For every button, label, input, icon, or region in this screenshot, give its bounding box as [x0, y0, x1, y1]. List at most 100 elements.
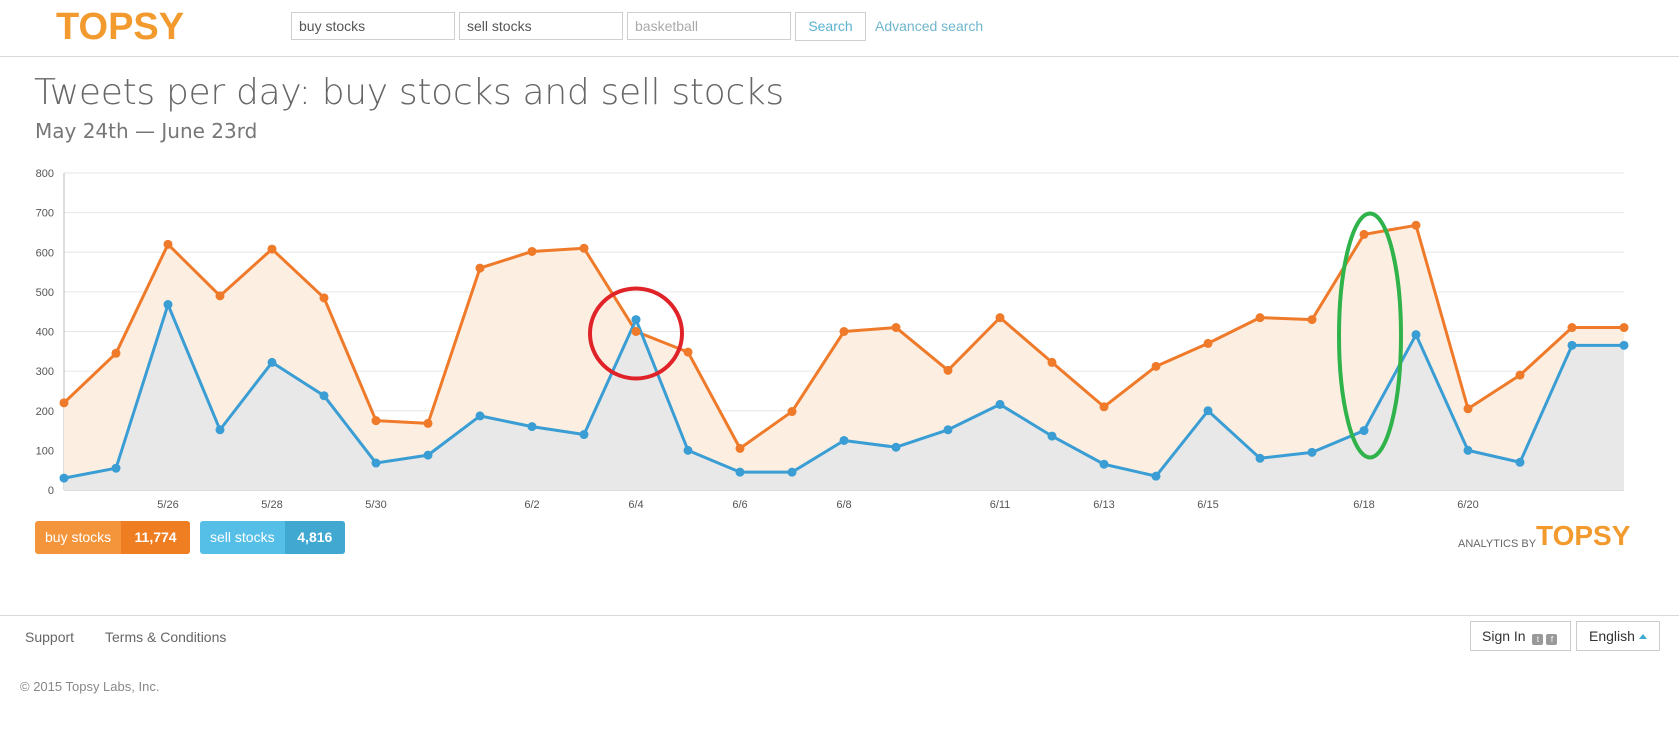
y-tick-label: 600 — [36, 247, 54, 259]
point-sell-stocks — [111, 463, 121, 473]
point-sell-stocks — [1567, 340, 1577, 350]
analytics-by-label: ANALYTICS BY — [1458, 538, 1537, 550]
point-buy-stocks — [319, 293, 329, 303]
point-sell-stocks — [163, 300, 173, 310]
point-buy-stocks — [1411, 220, 1421, 230]
point-buy-stocks — [787, 407, 797, 417]
point-sell-stocks — [1411, 330, 1421, 340]
point-buy-stocks — [111, 348, 121, 358]
x-tick-label: 6/18 — [1353, 499, 1374, 510]
x-tick-label: 6/4 — [628, 499, 643, 510]
point-sell-stocks — [1619, 340, 1629, 350]
legend-buy-stocks[interactable]: buy stocks 11,774 — [35, 521, 190, 554]
point-sell-stocks — [1307, 447, 1317, 457]
point-sell-stocks — [891, 442, 901, 452]
point-buy-stocks — [943, 365, 953, 375]
point-sell-stocks — [215, 425, 225, 435]
point-sell-stocks — [631, 315, 641, 325]
x-tick-label: 5/26 — [157, 499, 178, 510]
copyright: © 2015 Topsy Labs, Inc. — [20, 679, 160, 694]
point-buy-stocks — [1047, 357, 1057, 367]
tweets-chart: 0 100 200 300 400 500 600 700 800 5/26 5/28 5/30 6/2… — [36, 168, 1629, 510]
facebook-icon: f — [1546, 634, 1558, 645]
point-sell-stocks — [423, 450, 433, 460]
point-buy-stocks — [1151, 361, 1161, 371]
point-buy-stocks — [891, 323, 901, 333]
topsy-logo-small: TOPSY — [1536, 520, 1631, 551]
query-input-2[interactable] — [459, 12, 623, 40]
point-sell-stocks — [1151, 471, 1161, 481]
caret-up-icon — [1638, 634, 1647, 639]
y-tick-label: 500 — [36, 287, 54, 299]
language-select[interactable]: English — [1576, 621, 1660, 651]
x-tick-label: 6/20 — [1457, 499, 1478, 510]
x-tick-label: 6/11 — [990, 499, 1011, 510]
sign-in-label: Sign In — [1482, 628, 1526, 644]
support-link[interactable]: Support — [25, 629, 74, 645]
x-tick-label: 6/2 — [524, 499, 539, 510]
point-buy-stocks — [631, 327, 641, 336]
x-tick-label: 6/15 — [1197, 499, 1218, 510]
terms-link[interactable]: Terms & Conditions — [105, 629, 226, 645]
top-bar: TOPSY Search Advanced search — [0, 0, 1679, 57]
topsy-logo[interactable]: TOPSY — [56, 6, 184, 49]
point-buy-stocks — [1567, 323, 1577, 333]
point-sell-stocks — [1515, 457, 1525, 467]
point-buy-stocks — [1255, 313, 1265, 323]
point-sell-stocks — [787, 467, 797, 477]
y-tick-label: 700 — [36, 208, 54, 220]
point-sell-stocks — [1359, 426, 1369, 436]
point-sell-stocks — [683, 445, 693, 455]
query-input-1[interactable] — [291, 12, 455, 40]
point-buy-stocks — [163, 239, 173, 249]
point-sell-stocks — [371, 458, 381, 468]
x-tick-label: 6/8 — [836, 499, 851, 510]
point-sell-stocks — [995, 399, 1005, 409]
twitter-icon: t — [1532, 634, 1544, 645]
point-sell-stocks — [579, 430, 589, 440]
y-tick-label: 0 — [48, 485, 54, 497]
legend-sell-label: sell stocks — [210, 529, 275, 545]
point-buy-stocks — [1463, 404, 1473, 414]
advanced-search-link[interactable]: Advanced search — [875, 18, 983, 34]
point-buy-stocks — [475, 263, 485, 273]
point-buy-stocks — [1203, 338, 1213, 348]
x-tick-label: 5/30 — [365, 499, 386, 510]
query-input-3[interactable] — [627, 12, 791, 40]
point-buy-stocks — [59, 398, 69, 408]
footer-divider — [0, 615, 1679, 616]
y-tick-label: 100 — [36, 445, 54, 457]
point-buy-stocks — [1515, 370, 1525, 380]
point-buy-stocks — [1619, 323, 1629, 333]
sign-in-button[interactable]: Sign In tf — [1470, 621, 1571, 651]
point-buy-stocks — [371, 416, 381, 426]
point-buy-stocks — [423, 418, 433, 428]
point-buy-stocks — [735, 443, 745, 453]
y-tick-label: 800 — [36, 168, 54, 180]
point-buy-stocks — [683, 347, 693, 357]
language-label: English — [1589, 628, 1635, 644]
x-tick-label: 6/6 — [732, 499, 747, 510]
point-sell-stocks — [319, 391, 329, 401]
search-button[interactable]: Search — [795, 12, 866, 41]
point-sell-stocks — [475, 411, 485, 421]
point-buy-stocks — [1307, 315, 1317, 325]
point-sell-stocks — [735, 467, 745, 477]
x-tick-label: 5/28 — [261, 499, 282, 510]
point-sell-stocks — [527, 422, 537, 432]
point-sell-stocks — [59, 473, 69, 483]
legend-buy-label: buy stocks — [45, 529, 112, 545]
area-fills — [64, 225, 1624, 490]
point-sell-stocks — [1463, 445, 1473, 455]
point-buy-stocks — [995, 313, 1005, 323]
point-sell-stocks — [1047, 431, 1057, 441]
legend-sell-stocks[interactable]: sell stocks 4,816 — [200, 521, 345, 554]
legend-sell-total: 4,816 — [284, 521, 345, 554]
point-buy-stocks — [215, 291, 225, 301]
point-buy-stocks — [839, 327, 849, 336]
point-sell-stocks — [1255, 453, 1265, 463]
point-sell-stocks — [1203, 406, 1213, 416]
page-title: Tweets per day: buy stocks and sell stoc… — [34, 72, 784, 113]
y-tick-label: 300 — [36, 366, 54, 378]
point-sell-stocks — [1099, 459, 1109, 469]
